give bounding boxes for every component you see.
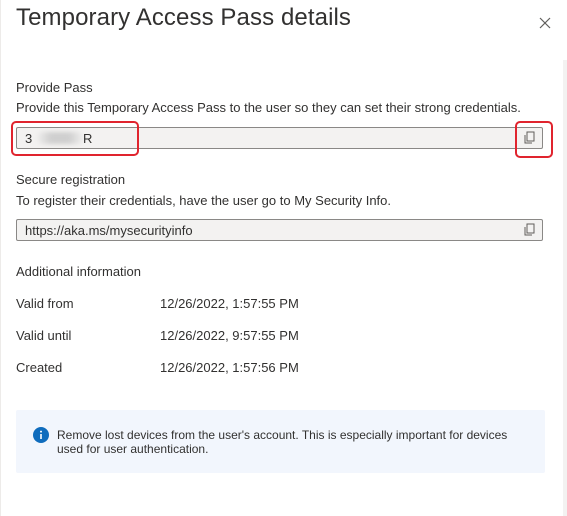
page-title: Temporary Access Pass details (16, 4, 352, 31)
info-value: 12/26/2022, 9:57:55 PM (160, 328, 299, 343)
secure-registration-label: Secure registration (16, 172, 126, 187)
provide-pass-description: Provide this Temporary Access Pass to th… (16, 100, 521, 115)
info-value: 12/26/2022, 1:57:56 PM (160, 360, 299, 375)
info-value: 12/26/2022, 1:57:55 PM (160, 296, 299, 311)
tap-details-panel: Temporary Access Pass details Provide Pa… (0, 0, 567, 516)
provide-pass-label: Provide Pass (16, 80, 93, 95)
info-key: Created (16, 360, 63, 375)
registration-url-field[interactable]: https://aka.ms/mysecurityinfo (16, 219, 543, 241)
info-banner: Remove lost devices from the user's acco… (16, 410, 545, 473)
close-icon (539, 17, 551, 29)
additional-info-heading: Additional information (16, 264, 142, 279)
secure-registration-description: To register their credentials, have the … (16, 193, 392, 208)
info-key: Valid until (16, 328, 72, 343)
copy-url-button[interactable] (522, 223, 538, 237)
copy-icon (524, 223, 535, 236)
highlight-copy-button (515, 121, 553, 158)
info-key: Valid from (16, 296, 74, 311)
scrollbar[interactable] (563, 60, 567, 516)
close-button[interactable] (531, 6, 559, 34)
highlight-pass-value (11, 121, 139, 156)
banner-message: Remove lost devices from the user's acco… (57, 428, 508, 456)
info-icon (33, 427, 49, 443)
registration-url: https://aka.ms/mysecurityinfo (25, 223, 193, 238)
